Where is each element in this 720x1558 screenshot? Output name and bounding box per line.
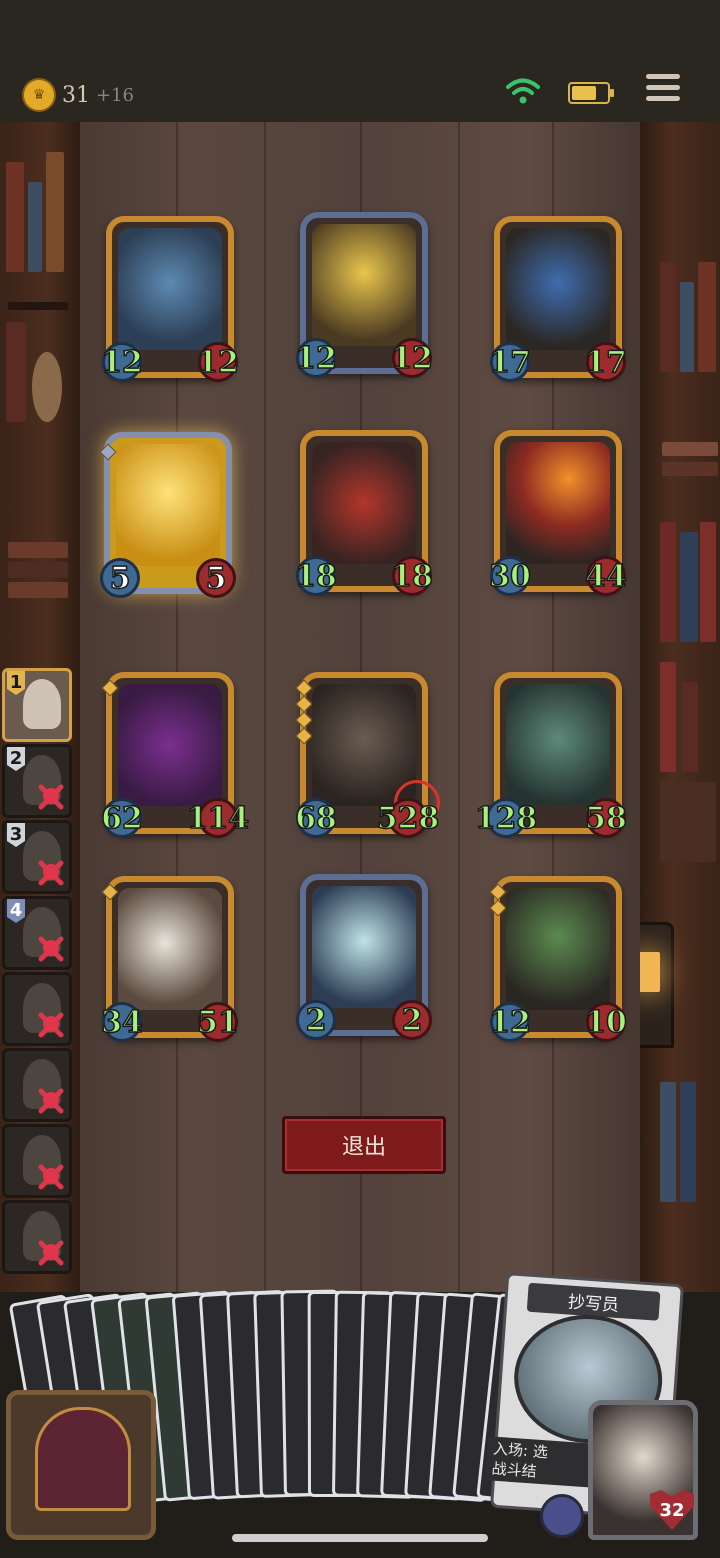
gold-income: +16 — [96, 84, 134, 106]
leaderboard-player[interactable]: 1 — [2, 668, 72, 742]
avatar — [23, 679, 61, 729]
health-stat: 51 — [196, 1002, 240, 1042]
health-stat: 18 — [390, 556, 434, 596]
golden-horned-lord-art — [312, 224, 416, 346]
health-stat: 2 — [392, 1000, 432, 1040]
leaderboard-player[interactable]: 3 — [2, 820, 72, 894]
leaderboard-player[interactable]: 4 — [2, 896, 72, 970]
skull-icon — [38, 936, 64, 962]
leaderboard-player[interactable] — [2, 972, 72, 1046]
skull-icon — [38, 1088, 64, 1114]
shield-icon — [540, 1494, 584, 1538]
shop-button[interactable] — [6, 1390, 156, 1540]
health-stat: 114 — [186, 798, 250, 838]
wifi-icon — [506, 78, 540, 104]
health-stat: 12 — [196, 342, 240, 382]
rank-badge: 3 — [7, 823, 25, 847]
feathered-shaman-art — [506, 888, 610, 1010]
minion-card[interactable]: 2 2 — [296, 874, 432, 1040]
minion-card-golden[interactable]: 5 5 — [99, 432, 236, 598]
skull-icon — [38, 1164, 64, 1190]
attack-stat: 12 — [488, 1002, 532, 1042]
top-status-bar: ♛ 31 +16 — [0, 0, 720, 125]
minion-card[interactable]: 12 12 — [100, 216, 240, 382]
purple-boar-art — [118, 684, 222, 806]
armored-dragon-art — [506, 228, 610, 350]
gold-amount: 31 — [62, 82, 90, 108]
attack-stat: 18 — [294, 556, 338, 596]
shop-icon — [35, 1407, 131, 1511]
rank-badge: 1 — [7, 671, 25, 695]
minion-card[interactable]: 68 528 — [294, 672, 440, 838]
golden-elemental-art — [116, 444, 220, 566]
leaderboard-player[interactable] — [2, 1124, 72, 1198]
blue-dragon-art — [118, 228, 222, 350]
attack-stat: 30 — [488, 556, 532, 596]
attack-stat: 12 — [294, 338, 338, 378]
battery-icon — [568, 82, 614, 104]
home-indicator[interactable] — [232, 1534, 488, 1542]
red-demon-art — [312, 442, 416, 564]
health-stat: 528 — [376, 798, 440, 838]
menu-icon[interactable] — [646, 74, 680, 106]
patchwork-cow-art — [118, 888, 222, 1010]
rank-badge: 4 — [7, 899, 25, 923]
skull-icon — [38, 784, 64, 810]
leaderboard-player[interactable]: 2 — [2, 744, 72, 818]
skull-icon — [38, 1012, 64, 1038]
crown-coin-icon: ♛ — [22, 78, 56, 112]
health-stat: 44 — [584, 556, 628, 596]
minion-card[interactable]: 12 10 — [488, 876, 628, 1042]
minion-card[interactable]: 128 58 — [474, 672, 628, 838]
skull-icon — [38, 860, 64, 886]
health-stat: 10 — [584, 1002, 628, 1042]
minion-card[interactable]: 62 114 — [100, 672, 250, 838]
minion-card[interactable]: 34 51 — [100, 876, 240, 1042]
green-parrot-art — [506, 684, 610, 806]
exit-button[interactable]: 退出 — [282, 1116, 446, 1174]
minion-card[interactable]: 12 12 — [294, 212, 434, 378]
attack-stat: 2 — [296, 1000, 336, 1040]
attack-stat: 17 — [488, 342, 532, 382]
attack-stat: 5 — [100, 558, 140, 598]
fairy-art — [312, 886, 416, 1008]
attack-stat: 12 — [100, 342, 144, 382]
bookshelf-right — [628, 122, 720, 1292]
health-stat: 58 — [584, 798, 628, 838]
gold-counter: ♛ 31 +16 — [22, 78, 134, 112]
health-stat: 12 — [390, 338, 434, 378]
health-stat: 17 — [584, 342, 628, 382]
attack-stat: 128 — [474, 798, 538, 838]
rank-badge: 2 — [7, 747, 25, 771]
minion-card[interactable]: 17 17 — [488, 216, 628, 382]
fire-demon-art — [506, 442, 610, 564]
attack-stat: 34 — [100, 1002, 144, 1042]
health-stat: 5 — [196, 558, 236, 598]
attack-stat: 62 — [100, 798, 144, 838]
leaderboard-player[interactable] — [2, 1048, 72, 1122]
attack-stat: 68 — [294, 798, 338, 838]
minion-card[interactable]: 18 18 — [294, 430, 434, 596]
minion-card[interactable]: 30 44 — [488, 430, 628, 596]
